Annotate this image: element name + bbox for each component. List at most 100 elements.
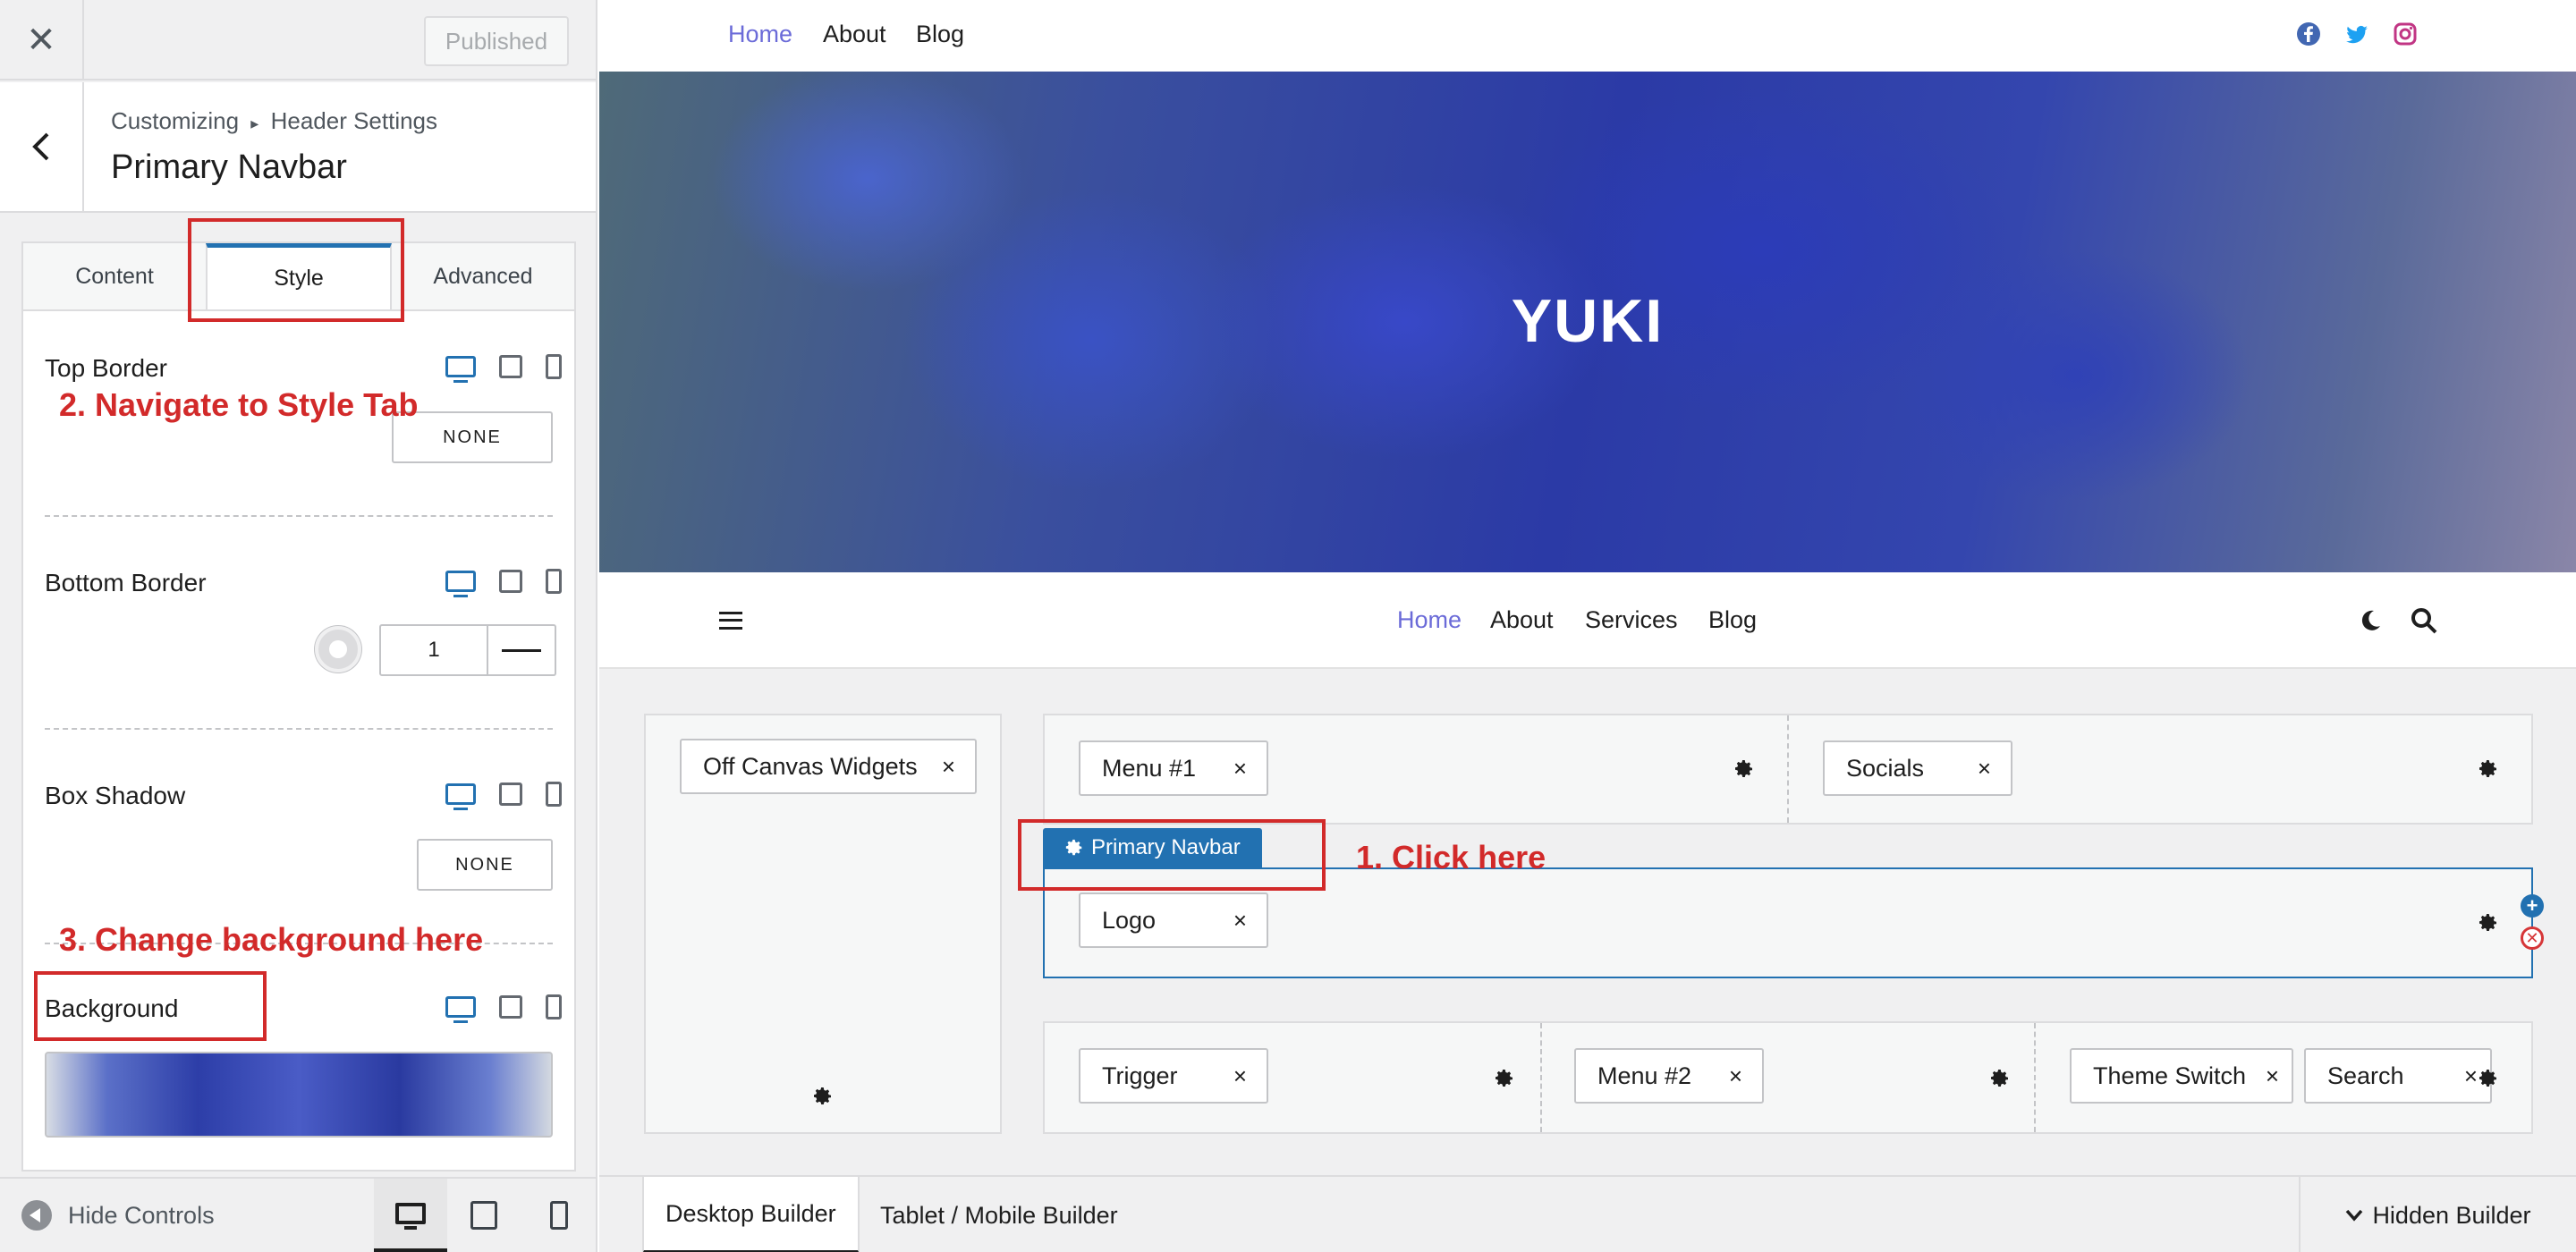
- chip-label: Off Canvas Widgets: [703, 752, 918, 780]
- gear-icon[interactable]: [1494, 1068, 1515, 1089]
- theme-switch-chip[interactable]: Theme Switch ×: [2070, 1048, 2293, 1104]
- tablet-icon[interactable]: [499, 570, 522, 593]
- trigger-chip[interactable]: Trigger ×: [1079, 1048, 1268, 1104]
- tab-advanced[interactable]: Advanced: [392, 243, 574, 309]
- logo-chip[interactable]: Logo ×: [1079, 892, 1268, 948]
- remove-icon[interactable]: ×: [942, 753, 955, 781]
- chevron-down-icon: [2346, 1209, 2363, 1222]
- mobile-icon[interactable]: [546, 994, 562, 1019]
- mobile-icon[interactable]: [546, 354, 562, 379]
- annotation-step-2: 2. Navigate to Style Tab: [59, 386, 419, 423]
- gear-icon[interactable]: [2478, 758, 2499, 780]
- top-row: Menu #1 × Socials ×: [1043, 714, 2533, 825]
- chip-label: Socials: [1846, 754, 1925, 782]
- annotation-box-background: [34, 971, 267, 1041]
- moon-icon[interactable]: [2358, 608, 2383, 633]
- remove-icon[interactable]: ×: [2266, 1062, 2279, 1090]
- desktop-icon[interactable]: [445, 571, 476, 597]
- bottom-row: Trigger × Menu #2 × Theme Switch × Searc…: [1043, 1021, 2533, 1134]
- box-shadow-label: Box Shadow: [45, 782, 186, 809]
- mobile-icon[interactable]: [546, 569, 562, 594]
- annotation-box-primary-navbar: [1018, 819, 1326, 891]
- off-canvas-widgets-chip[interactable]: Off Canvas Widgets ×: [680, 739, 977, 794]
- site-title[interactable]: YUKI: [599, 286, 2576, 356]
- remove-icon[interactable]: ×: [1233, 755, 1247, 782]
- hidden-builder-button[interactable]: Hidden Builder: [2299, 1177, 2576, 1252]
- top-nav-home[interactable]: Home: [728, 21, 792, 48]
- top-border-label: Top Border: [45, 354, 167, 382]
- main-nav-services[interactable]: Services: [1585, 606, 1678, 634]
- facebook-icon[interactable]: [2295, 21, 2322, 47]
- main-nav-home[interactable]: Home: [1397, 606, 1462, 634]
- mobile-icon[interactable]: [546, 782, 562, 807]
- back-button[interactable]: [0, 82, 84, 211]
- instagram-icon[interactable]: [2392, 21, 2419, 47]
- mobile-icon: [550, 1201, 568, 1230]
- customizer-sidebar: ✕ Published Customizing ▸ Header Setting…: [0, 0, 597, 1252]
- bottom-border-style-select[interactable]: [488, 624, 556, 676]
- socials-chip[interactable]: Socials ×: [1823, 740, 2012, 796]
- column-divider: [2034, 1023, 2036, 1132]
- hero-banner: YUKI: [599, 72, 2576, 572]
- gear-icon[interactable]: [1989, 1068, 2011, 1089]
- header-builder: Off Canvas Widgets × Menu #1 × Socials ×…: [599, 669, 2576, 1175]
- preview-desktop-button[interactable]: [374, 1179, 447, 1252]
- primary-navbar[interactable]: Home About Services Blog: [599, 572, 2576, 669]
- remove-icon[interactable]: ×: [1233, 907, 1247, 935]
- breadcrumb-separator: ▸: [250, 114, 259, 132]
- gear-icon[interactable]: [2478, 1068, 2499, 1089]
- top-nav-about[interactable]: About: [823, 21, 886, 48]
- bottom-border-width-input[interactable]: 1: [379, 624, 488, 676]
- remove-icon[interactable]: ×: [1233, 1062, 1247, 1090]
- chip-label: Trigger: [1102, 1062, 1178, 1089]
- preview-mobile-button[interactable]: [522, 1179, 596, 1252]
- menu-2-chip[interactable]: Menu #2 ×: [1574, 1048, 1764, 1104]
- desktop-icon[interactable]: [445, 996, 476, 1023]
- column-divider: [1787, 715, 1789, 823]
- box-shadow-device-switch: [445, 782, 562, 810]
- sidebar-topbar: ✕ Published: [0, 0, 596, 80]
- add-row-button[interactable]: +: [2521, 894, 2544, 918]
- remove-icon[interactable]: ×: [1978, 755, 1991, 782]
- panel-title: Primary Navbar: [111, 148, 347, 186]
- remove-row-button[interactable]: ✕: [2521, 926, 2544, 950]
- menu-1-chip[interactable]: Menu #1 ×: [1079, 740, 1268, 796]
- top-nav-blog[interactable]: Blog: [916, 21, 964, 48]
- published-button[interactable]: Published: [424, 16, 569, 66]
- background-image-preview[interactable]: [45, 1052, 553, 1138]
- search-icon[interactable]: [2410, 606, 2438, 635]
- gear-icon[interactable]: [2478, 912, 2499, 934]
- tablet-icon[interactable]: [499, 995, 522, 1019]
- menu-icon[interactable]: [719, 612, 742, 630]
- tab-tablet-mobile-builder[interactable]: Tablet / Mobile Builder: [859, 1177, 1140, 1252]
- remove-icon[interactable]: ×: [2464, 1062, 2478, 1090]
- tab-desktop-builder[interactable]: Desktop Builder: [642, 1177, 860, 1252]
- search-chip[interactable]: Search ×: [2304, 1048, 2492, 1104]
- twitter-icon[interactable]: [2343, 21, 2370, 47]
- hide-controls-button[interactable]: Hide Controls: [21, 1200, 215, 1231]
- box-shadow-select[interactable]: NONE: [417, 839, 553, 891]
- main-nav-about[interactable]: About: [1490, 606, 1554, 634]
- tablet-icon: [470, 1201, 497, 1230]
- tablet-icon[interactable]: [499, 355, 522, 378]
- bottom-border-device-switch: [445, 569, 562, 597]
- desktop-icon: [395, 1203, 426, 1230]
- chevron-left-icon: [32, 132, 49, 161]
- remove-icon[interactable]: ×: [1729, 1062, 1742, 1090]
- hide-controls-label: Hide Controls: [68, 1201, 215, 1229]
- chip-label: Menu #1: [1102, 754, 1197, 782]
- desktop-icon[interactable]: [445, 356, 476, 383]
- close-customizer-button[interactable]: ✕: [0, 0, 84, 80]
- chip-label: Menu #2: [1597, 1062, 1692, 1089]
- collapse-icon: [21, 1200, 52, 1231]
- tab-content[interactable]: Content: [23, 243, 206, 309]
- gear-icon[interactable]: [1733, 758, 1755, 780]
- builder-tab-bar: Desktop Builder Tablet / Mobile Builder …: [599, 1175, 2576, 1252]
- desktop-icon[interactable]: [445, 783, 476, 810]
- main-nav-blog[interactable]: Blog: [1708, 606, 1757, 634]
- preview-tablet-button[interactable]: [447, 1179, 521, 1252]
- border-color-picker[interactable]: [315, 626, 361, 673]
- annotation-step-1: 1. Click here: [1356, 839, 1546, 876]
- gear-icon[interactable]: [812, 1086, 834, 1107]
- tablet-icon[interactable]: [499, 782, 522, 806]
